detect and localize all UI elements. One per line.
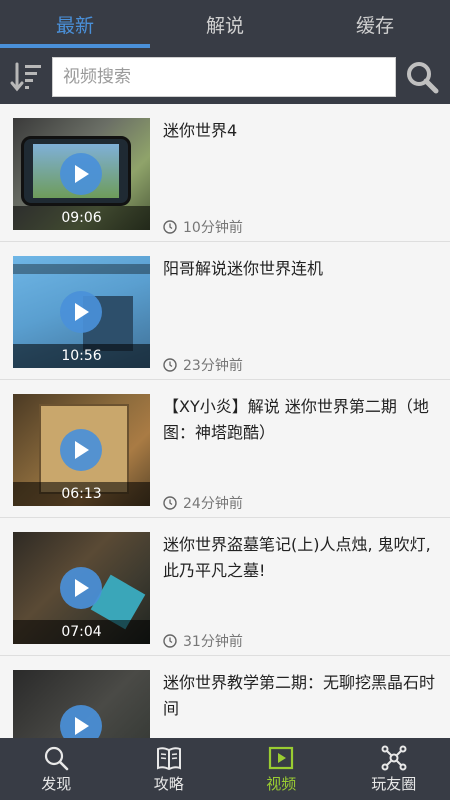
nav-label: 视频	[266, 774, 297, 793]
nav-label: 玩友圈	[371, 774, 417, 793]
search-input[interactable]	[52, 57, 396, 97]
video-duration: 06:13	[13, 482, 150, 506]
video-item[interactable]: 09:06 迷你世界4 10分钟前	[0, 104, 450, 242]
nav-guide[interactable]: 攻略	[113, 738, 226, 800]
search-icon[interactable]	[400, 55, 444, 99]
nav-discover[interactable]: 发现	[0, 738, 113, 800]
clock-icon	[163, 634, 177, 648]
video-item[interactable]: 10:56 阳哥解说迷你世界连机 23分钟前	[0, 242, 450, 380]
video-icon	[269, 746, 294, 769]
video-duration: 10:56	[13, 344, 150, 368]
clock-icon	[163, 358, 177, 372]
play-icon[interactable]	[60, 291, 102, 333]
nav-friends[interactable]: 玩友圈	[338, 738, 450, 800]
search-icon	[45, 746, 69, 770]
play-icon[interactable]	[60, 567, 102, 609]
tab-bar: 最新 解说 缓存	[0, 0, 450, 48]
video-title[interactable]: 阳哥解说迷你世界连机	[163, 256, 443, 282]
video-thumbnail[interactable]: 07:04	[13, 532, 150, 644]
nav-label: 攻略	[153, 774, 184, 793]
book-icon	[156, 746, 181, 770]
video-title[interactable]: 迷你世界4	[163, 118, 443, 144]
clock-icon	[163, 220, 177, 234]
search-row	[0, 50, 450, 104]
video-thumbnail[interactable]	[13, 670, 150, 738]
video-thumbnail[interactable]: 06:13	[13, 394, 150, 506]
video-time: 10分钟前	[163, 217, 243, 237]
video-time: 31分钟前	[163, 631, 243, 651]
video-time-text: 24分钟前	[183, 496, 243, 512]
nav-label: 发现	[41, 774, 72, 793]
bottom-nav: 发现 攻略 视频 玩友圈	[0, 738, 450, 800]
video-duration: 07:04	[13, 620, 150, 644]
video-duration: 09:06	[13, 206, 150, 230]
sort-icon[interactable]	[4, 55, 48, 99]
video-item[interactable]: 06:13 【XY小炎】解说 迷你世界第二期（地图：神塔跑酷） 24分钟前	[0, 380, 450, 518]
video-list: 09:06 迷你世界4 10分钟前 10:56 阳哥解说迷你世界连机 23分钟前	[0, 104, 450, 738]
video-title[interactable]: 迷你世界盗墓笔记(上)人点烛, 鬼吹灯, 此乃平凡之墓!	[163, 532, 443, 584]
video-item[interactable]: 07:04 迷你世界盗墓笔记(上)人点烛, 鬼吹灯, 此乃平凡之墓! 31分钟前	[0, 518, 450, 656]
video-title[interactable]: 【XY小炎】解说 迷你世界第二期（地图：神塔跑酷）	[163, 394, 443, 446]
video-time-text: 23分钟前	[183, 358, 243, 374]
tab-cache[interactable]: 缓存	[300, 0, 450, 48]
video-item[interactable]: 迷你世界教学第二期：无聊挖黑晶石时间	[0, 656, 450, 738]
play-icon[interactable]	[60, 429, 102, 471]
tab-commentary[interactable]: 解说	[150, 0, 300, 48]
video-title[interactable]: 迷你世界教学第二期：无聊挖黑晶石时间	[163, 670, 443, 722]
network-icon	[381, 745, 407, 770]
video-time-text: 31分钟前	[183, 634, 243, 650]
video-thumbnail[interactable]: 09:06	[13, 118, 150, 230]
video-time-text: 10分钟前	[183, 220, 243, 236]
clock-icon	[163, 496, 177, 510]
tab-latest[interactable]: 最新	[0, 0, 150, 48]
video-time: 24分钟前	[163, 493, 243, 513]
top-bar: 最新 解说 缓存	[0, 0, 450, 104]
video-time: 23分钟前	[163, 355, 243, 375]
play-icon[interactable]	[60, 153, 102, 195]
video-thumbnail[interactable]: 10:56	[13, 256, 150, 368]
nav-video[interactable]: 视频	[225, 738, 338, 800]
